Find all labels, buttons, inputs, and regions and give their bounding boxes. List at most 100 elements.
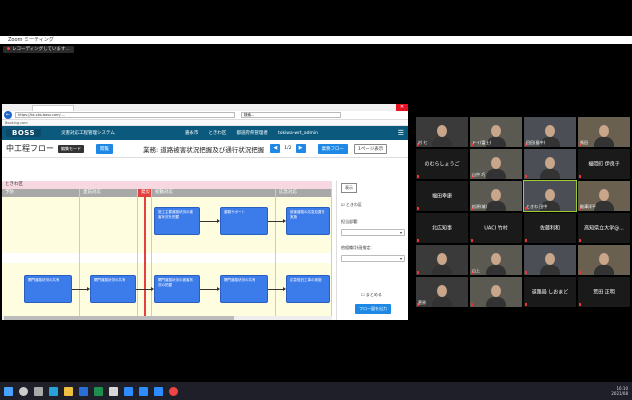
export-flow-button[interactable]: フロー図を出力 — [355, 304, 391, 314]
region-header: ときわ区 — [2, 181, 332, 189]
task-box[interactable]: 関門道路状況の被害状況の把握 — [154, 275, 200, 303]
close-icon[interactable]: ✕ — [396, 104, 408, 111]
record-app-icon[interactable] — [169, 386, 178, 396]
region-checkbox[interactable]: ☑ ときわ区 — [341, 202, 362, 208]
participant-tile[interactable] — [470, 277, 522, 307]
business-flow-button[interactable]: 業務フロー — [317, 143, 349, 154]
folder-icon[interactable] — [64, 386, 73, 396]
participant-tile[interactable]: 田田(島中) — [524, 117, 576, 147]
task-box[interactable]: 避難サポート — [220, 207, 268, 235]
show-button[interactable]: 表示 — [341, 183, 357, 193]
task-box[interactable]: 関門道路状況の共有 — [24, 275, 72, 303]
participant-name: 山上 — [472, 268, 480, 273]
muted-mic-icon — [417, 207, 419, 210]
task-title: 業務: 道路被害状況把握及び通行状況把握 — [143, 145, 265, 154]
zoom-share-icon[interactable] — [154, 386, 163, 396]
participant-tile[interactable]: 鮫澤洋平 — [578, 181, 630, 211]
url-input[interactable]: https://bs.cbs-boss.com/ ... — [15, 112, 235, 118]
summary-label: まとめる — [365, 292, 382, 297]
participant-name: 山中 巧 — [472, 172, 486, 177]
zoom-icon[interactable] — [124, 386, 133, 396]
participant-tile[interactable]: 松原(城) — [470, 181, 522, 211]
task-box[interactable]: 施工主要道路状況の被害状況を把握 — [154, 207, 200, 235]
scroll-thumb[interactable] — [4, 316, 234, 320]
participant-tile[interactable]: 高知県立大学@... — [578, 213, 630, 243]
task-view-icon[interactable] — [34, 386, 43, 396]
participant-tile[interactable]: 山中 巧 — [470, 149, 522, 179]
person-head — [545, 189, 555, 201]
person-head — [437, 125, 447, 137]
recording-indicator[interactable]: レコーディングしています... — [3, 46, 74, 53]
view-button[interactable]: 閲覧 — [96, 143, 113, 154]
hamburger-icon[interactable]: ☰ — [398, 129, 404, 137]
outlook-icon[interactable] — [79, 386, 88, 396]
person-head — [491, 157, 501, 169]
participant-tile[interactable]: ときわ 田中 — [523, 180, 577, 212]
participant-name: 道路局 しおまど — [531, 289, 569, 296]
windows-taskbar: 16:10 2021/08 — [0, 382, 632, 400]
participant-name: 菅原 — [418, 300, 426, 305]
participant-tile[interactable]: のむらしょうご — [416, 149, 468, 179]
participant-tile[interactable]: 北広知事 — [416, 213, 468, 243]
participant-tile[interactable]: UACI 竹村 — [470, 213, 522, 243]
one-page-view-button[interactable]: 1ページ表示 — [354, 143, 388, 154]
horizontal-scrollbar[interactable] — [2, 316, 332, 320]
participant-tile[interactable]: 荒田 正明 — [578, 277, 630, 307]
participant-tile[interactable]: 菅原 — [416, 277, 468, 307]
participant-tile[interactable]: 福田幸康 — [416, 181, 468, 211]
department-select[interactable]: ▾ — [341, 229, 405, 236]
person-body — [486, 169, 506, 179]
summary-checkbox[interactable]: ☐ まとめる — [361, 292, 382, 298]
participant-tile[interactable]: 福岡町 伊良子 — [578, 149, 630, 179]
system-name: 災害対応工程管理システム — [61, 131, 115, 136]
participant-name: 鮫澤洋平 — [580, 204, 596, 209]
participant-name: 馬田 — [580, 140, 588, 145]
zoom-meeting-icon[interactable] — [139, 386, 148, 396]
column-header: 直前対応 — [80, 189, 137, 197]
participant-tile[interactable] — [524, 149, 576, 179]
muted-mic-icon — [525, 239, 527, 242]
task-box[interactable]: 被害道路の応急処置を実施 — [286, 207, 330, 235]
participant-tile[interactable]: 山上 — [470, 245, 522, 275]
prev-page-button[interactable]: ◀ — [270, 144, 281, 153]
participant-tile[interactable]: ドイ(富士) — [470, 117, 522, 147]
muted-mic-icon — [417, 271, 419, 274]
participant-video — [524, 245, 576, 275]
participant-video — [416, 245, 468, 275]
department-label: 担当部署: — [341, 219, 359, 224]
app-header: BOSS 災害対応工程管理システム 嘉永市 ときわ区 都道府県管理者 tokiw… — [2, 126, 408, 140]
muted-mic-icon — [417, 239, 419, 242]
participant-video — [470, 277, 522, 307]
user-id: tokiwa-wrt_admin — [277, 130, 319, 136]
task-box[interactable]: 応急復旧工事の実施 — [286, 275, 330, 303]
participant-name: 村 七 — [418, 140, 428, 145]
next-page-button[interactable]: ▶ — [295, 144, 306, 153]
task-box[interactable]: 関門道路状況の共有 — [90, 275, 136, 303]
participant-name: 荒田 正明 — [593, 289, 615, 296]
browser-tab[interactable] — [32, 105, 74, 111]
task-box[interactable]: 関門道路状況の共有 — [220, 275, 268, 303]
start-icon[interactable] — [4, 386, 13, 396]
person-body — [486, 297, 506, 307]
participant-tile[interactable] — [578, 245, 630, 275]
participant-tile[interactable] — [416, 245, 468, 275]
person-body — [540, 169, 560, 179]
search-icon[interactable] — [19, 386, 28, 396]
flow-arrow — [268, 287, 286, 291]
person-head — [599, 253, 609, 265]
participant-tile[interactable]: 道路局 しおまど — [524, 277, 576, 307]
person-body — [432, 297, 452, 307]
page-title: 中工程フロー — [6, 144, 54, 153]
participant-tile[interactable]: 馬田 — [578, 117, 630, 147]
edge-icon[interactable] — [49, 386, 58, 396]
page-indicator: 1/2 — [284, 146, 292, 151]
excel-icon[interactable] — [94, 386, 103, 396]
browser-search-input[interactable]: 検索... — [241, 112, 341, 118]
participant-tile[interactable] — [524, 245, 576, 275]
address-bar-row: ← https://bs.cbs-boss.com/ ... 検索... — [2, 111, 408, 120]
participant-tile[interactable]: 村 七 — [416, 117, 468, 147]
back-icon[interactable]: ← — [4, 111, 12, 119]
participant-tile[interactable]: 佐藤利和 — [524, 213, 576, 243]
app-icon[interactable] — [109, 386, 118, 396]
organization-select[interactable]: ▾ — [341, 255, 405, 262]
